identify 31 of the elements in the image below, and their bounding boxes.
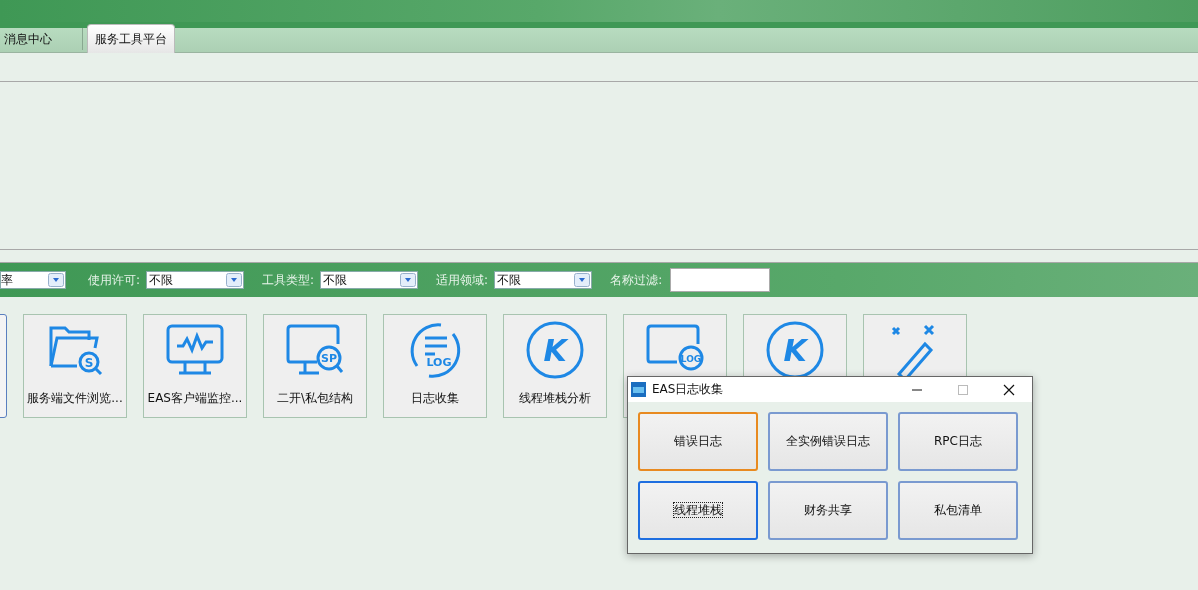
filter-label: 使用许可: xyxy=(88,271,141,289)
dropdown[interactable]: 率 xyxy=(0,271,66,289)
monitor-pulse-icon xyxy=(165,322,225,378)
log-button[interactable]: 线程堆栈 xyxy=(638,481,758,540)
log-button[interactable]: 错误日志 xyxy=(638,412,758,471)
tool-tile[interactable]: K 线程堆栈分析 xyxy=(503,314,607,418)
name-filter-field[interactable] xyxy=(670,268,771,292)
tool-label: 服务端文件浏览... xyxy=(27,390,123,407)
app-icon xyxy=(631,382,646,397)
dropdown[interactable]: 不限 xyxy=(494,271,593,289)
tab[interactable]: 服务工具平台 xyxy=(87,24,175,53)
k-circle-icon: K xyxy=(525,320,585,380)
tool-tile[interactable]: LOG 日志收集 xyxy=(383,314,487,418)
log-button[interactable]: 财务共享 xyxy=(768,481,888,540)
tool-label: 日志收集 xyxy=(411,390,459,407)
tool-tile[interactable]: SP 二开\私包结构 xyxy=(263,314,367,418)
log-button[interactable]: 全实例错误日志 xyxy=(768,412,888,471)
log-button[interactable]: RPC日志 xyxy=(898,412,1018,471)
dropdown[interactable]: 不限 xyxy=(320,271,419,289)
dropdown[interactable]: 不限 xyxy=(146,271,245,289)
tab[interactable]: 消息中心 xyxy=(0,28,83,50)
tool-label: 二开\私包结构 xyxy=(276,390,353,407)
tool-tile[interactable]: S 服务端文件浏览... xyxy=(23,314,127,418)
log-button[interactable]: 私包清单 xyxy=(898,481,1018,540)
filter-label: 工具类型: xyxy=(262,271,315,289)
tool-tile[interactable]: EAS客户端监控... xyxy=(143,314,247,418)
tool-label: EAS客户端监控... xyxy=(147,390,243,407)
filter-label: 名称过滤: xyxy=(610,271,663,289)
dialog-title: EAS日志收集 xyxy=(652,381,724,398)
tool-label: 线程堆栈分析 xyxy=(519,390,591,407)
filter-label: 适用领域: xyxy=(436,271,489,289)
